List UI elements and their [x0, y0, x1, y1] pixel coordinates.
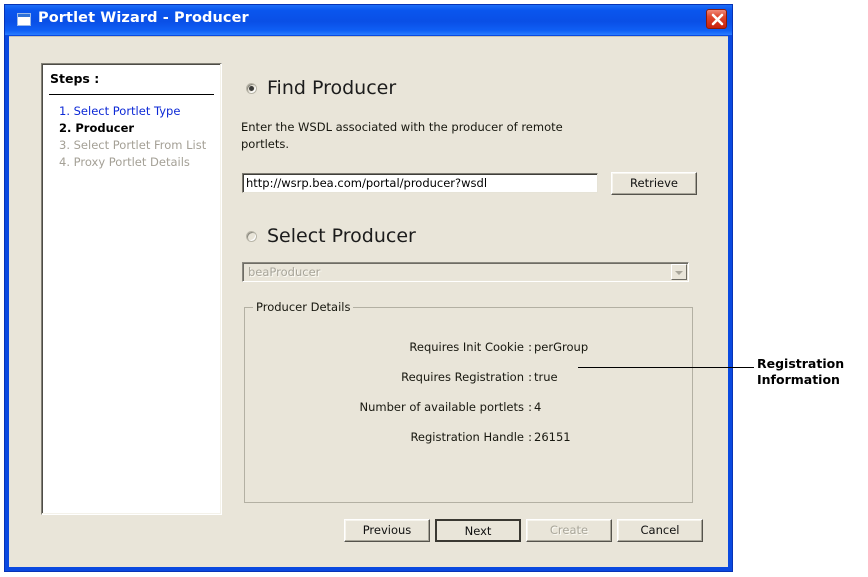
- annotation-line-1: Registration: [757, 356, 845, 371]
- detail-value: perGroup: [534, 340, 589, 354]
- chevron-down-icon: [671, 264, 687, 280]
- radio-select-producer[interactable]: [246, 230, 257, 242]
- detail-separator: :: [528, 340, 532, 354]
- detail-value: 26151: [534, 430, 571, 444]
- close-x-glyph: [711, 13, 724, 26]
- detail-value: 4: [534, 400, 542, 414]
- select-producer-label: Select Producer: [267, 225, 416, 247]
- detail-label: Requires Init Cookie: [409, 340, 524, 354]
- steps-divider: [49, 94, 214, 95]
- close-icon[interactable]: [706, 9, 727, 29]
- detail-separator: :: [528, 370, 532, 384]
- select-producer-radio-row[interactable]: Select Producer: [246, 225, 416, 247]
- wsdl-input[interactable]: [242, 173, 598, 193]
- radio-find-producer[interactable]: [246, 82, 257, 94]
- wizard-window: Portlet Wizard - Producer Steps : 1. Sel…: [4, 4, 733, 572]
- sidebar-item-proxy-portlet-details: 4. Proxy Portlet Details: [59, 155, 190, 169]
- detail-label: Requires Registration: [401, 370, 524, 384]
- producer-details-group: Producer Details Requires Init Cookie : …: [244, 300, 693, 503]
- find-producer-radio-row[interactable]: Find Producer: [246, 77, 396, 99]
- producer-dropdown: beaProducer: [242, 262, 689, 282]
- sidebar-item-producer[interactable]: 2. Producer: [59, 120, 219, 136]
- annotation-line-2: Information: [757, 372, 840, 387]
- detail-value: true: [534, 370, 558, 384]
- wsdl-description: Enter the WSDL associated with the produ…: [241, 120, 563, 151]
- window-icon: [17, 13, 31, 26]
- detail-separator: :: [528, 400, 532, 414]
- window-titlebar[interactable]: Portlet Wizard - Producer: [5, 5, 732, 35]
- sidebar-item-select-portlet-type[interactable]: 1. Select Portlet Type: [59, 103, 219, 119]
- retrieve-button[interactable]: Retrieve: [611, 172, 697, 195]
- annotation-registration-information: Registration Information: [757, 356, 867, 388]
- detail-separator: :: [528, 430, 532, 444]
- wizard-main-pane: Find Producer Enter the WSDL associated …: [237, 37, 728, 567]
- steps-heading: Steps :: [50, 71, 100, 86]
- cancel-button[interactable]: Cancel: [617, 519, 703, 542]
- producer-dropdown-value: beaProducer: [248, 265, 321, 279]
- detail-label: Number of available portlets: [359, 400, 525, 414]
- next-button[interactable]: Next: [435, 519, 521, 542]
- window-title: Portlet Wizard - Producer: [38, 10, 249, 26]
- detail-label: Registration Handle: [410, 430, 524, 444]
- sidebar-item-select-portlet-from-list: 3. Select Portlet From List: [59, 138, 207, 152]
- steps-panel: Steps : 1. Select Portlet Type 2. Produc…: [41, 63, 222, 515]
- create-button: Create: [526, 519, 612, 542]
- annotation-leader-line: [578, 367, 754, 368]
- dialog-button-bar: Previous Next Create Cancel: [237, 519, 728, 549]
- previous-button[interactable]: Previous: [344, 519, 430, 542]
- steps-list: 1. Select Portlet Type 2. Producer 3. Se…: [59, 103, 219, 171]
- dialog-client-area: Steps : 1. Select Portlet Type 2. Produc…: [9, 36, 728, 567]
- producer-details-legend: Producer Details: [253, 300, 354, 314]
- find-producer-label: Find Producer: [267, 77, 397, 99]
